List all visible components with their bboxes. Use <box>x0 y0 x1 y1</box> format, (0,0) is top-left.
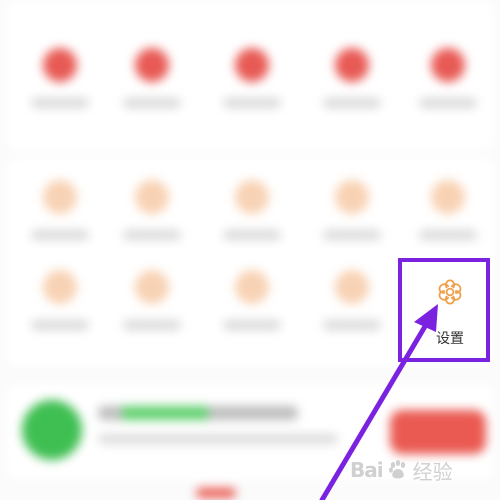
tool-icon <box>235 270 269 304</box>
feature-icon <box>235 48 269 82</box>
feature-label <box>123 98 181 108</box>
tool-item[interactable] <box>20 270 100 360</box>
baidu-watermark: Bai 经验 <box>350 450 480 490</box>
feature-item[interactable] <box>212 48 292 138</box>
feature-icon <box>43 48 77 82</box>
feature-item[interactable] <box>20 48 100 138</box>
tool-label <box>323 320 381 330</box>
tool-item[interactable] <box>112 180 192 270</box>
tool-label <box>123 320 181 330</box>
feature-icon <box>135 48 169 82</box>
tool-item[interactable] <box>112 270 192 360</box>
settings-label: 设置 <box>436 331 464 347</box>
feature-item[interactable] <box>408 48 488 138</box>
tool-label <box>223 230 281 240</box>
feature-label <box>31 98 89 108</box>
tool-item[interactable] <box>212 180 292 270</box>
watermark-logo-text: Bai <box>350 458 384 482</box>
promo-action-button[interactable] <box>390 410 486 454</box>
tool-item[interactable] <box>20 180 100 270</box>
feature-label <box>323 98 381 108</box>
feature-item[interactable] <box>112 48 192 138</box>
tool-label <box>31 230 89 240</box>
tool-item[interactable] <box>312 270 392 360</box>
settings-button[interactable]: 设置 <box>415 268 485 358</box>
screen: 设置 Bai 经验 <box>0 0 500 500</box>
tool-icon <box>335 180 369 214</box>
feature-label <box>223 98 281 108</box>
tool-label <box>323 230 381 240</box>
tool-item[interactable] <box>212 270 292 360</box>
feature-label <box>419 98 477 108</box>
tool-icon <box>431 180 465 214</box>
tool-icon <box>235 180 269 214</box>
watermark-suffix-text: 经验 <box>412 459 453 484</box>
feature-item[interactable] <box>312 48 392 138</box>
baidu-paw-icon <box>388 460 405 479</box>
tool-icon <box>135 270 169 304</box>
tool-icon <box>335 270 369 304</box>
tool-icon <box>135 180 169 214</box>
tool-item[interactable] <box>312 180 392 270</box>
blurred-background <box>0 0 500 500</box>
promo-avatar <box>22 400 82 460</box>
tool-label <box>419 230 477 240</box>
tool-label <box>123 230 181 240</box>
top-feature-card <box>6 0 494 150</box>
feature-icon <box>335 48 369 82</box>
promo-subtitle <box>98 434 338 444</box>
promo-title <box>98 406 298 420</box>
tool-icon <box>43 270 77 304</box>
bottom-red-element <box>196 488 236 498</box>
tool-item[interactable] <box>408 180 488 270</box>
tool-icon <box>43 180 77 214</box>
gear-flower-icon <box>438 279 462 305</box>
feature-icon <box>431 48 465 82</box>
tool-label <box>31 320 89 330</box>
tool-label <box>223 320 281 330</box>
